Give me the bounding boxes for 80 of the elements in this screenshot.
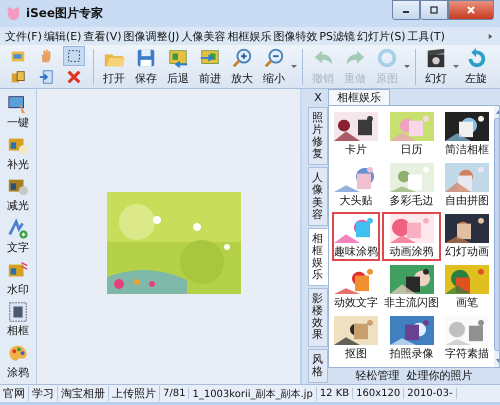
template-item[interactable]: 抠图	[332, 314, 380, 363]
close-button[interactable]: X	[314, 91, 322, 105]
sidebar-button[interactable]: 一键	[0, 93, 36, 130]
template-item[interactable]: 拍照录像	[382, 314, 441, 363]
caret-icon	[404, 65, 410, 68]
copy-icon	[10, 69, 26, 85]
status-text: 12 KB	[316, 388, 354, 399]
pen-plus-icon	[7, 218, 29, 240]
template-item[interactable]: 简洁相框	[443, 110, 491, 159]
status-text: 160x120	[353, 388, 404, 399]
status-text: 7/81	[160, 388, 190, 399]
template-item[interactable]: 自由拼图	[443, 161, 491, 210]
vertical-tab[interactable]: 影楼效果	[308, 288, 328, 346]
template-item[interactable]: 大头贴	[332, 161, 380, 210]
template-item[interactable]: 趣味涂鸦	[332, 212, 380, 261]
template-item[interactable]: 日历	[382, 110, 441, 159]
status-link[interactable]: 官网	[0, 386, 29, 401]
sidebar-button[interactable]: 水印	[0, 260, 36, 297]
status-link[interactable]: 淘宝相册	[58, 386, 109, 401]
vertical-tab[interactable]: 人像美容	[308, 167, 328, 226]
menu-item[interactable]: 人像美容	[180, 28, 226, 44]
close-button[interactable]	[448, 0, 494, 20]
toolbar-button[interactable]: 放大	[226, 47, 258, 86]
menu-item[interactable]: PS滤镜	[318, 28, 356, 44]
template-item[interactable]: 多彩毛边	[382, 161, 441, 210]
film-clapper-icon	[425, 47, 447, 69]
sidebar-button[interactable]: 补光	[0, 134, 36, 172]
status-text: 2010-03-	[404, 388, 457, 399]
menu-item[interactable]: 查看(V)	[82, 28, 123, 44]
vertical-tab[interactable]: 风格	[308, 348, 328, 383]
sidebar-button[interactable]: 文字	[0, 218, 36, 255]
template-item[interactable]: 动画涂鸦	[382, 212, 441, 261]
status-link[interactable]: 上传照片	[109, 386, 160, 401]
toolbar-button[interactable]: 后退	[162, 47, 194, 86]
window-title: iSee图片专家	[26, 5, 104, 22]
caret-icon	[291, 65, 297, 68]
minimize-button[interactable]	[392, 0, 420, 20]
menu-item[interactable]: 幻灯片(S)	[356, 28, 407, 44]
template-item[interactable]: 幻灯动画	[443, 212, 491, 261]
menu-item[interactable]: 编辑(E)	[42, 28, 82, 44]
template-item[interactable]: 画笔	[443, 263, 491, 312]
panel-footer-text: 轻松管理 处理你的照片	[354, 368, 474, 384]
toolbar-button[interactable]: 打开	[98, 47, 130, 86]
template-item[interactable]: 字符素描	[443, 314, 491, 363]
tool-button[interactable]	[63, 46, 85, 66]
ring-icon	[376, 47, 398, 69]
template-item[interactable]: 卡片	[332, 110, 380, 159]
menu-item[interactable]: 文件(F)	[4, 28, 43, 44]
toolbar-button[interactable]: 幻灯	[420, 47, 452, 86]
delete-icon	[66, 69, 82, 85]
chevron-right-icon	[487, 32, 494, 40]
sidebar-button[interactable]: 减光	[0, 176, 36, 214]
zoom-out-icon	[263, 47, 285, 69]
app-icon	[6, 6, 21, 21]
toolbar-button[interactable]: 缩小	[258, 47, 290, 86]
caret-icon	[453, 65, 459, 68]
vertical-tab[interactable]: 相框娱乐	[308, 228, 328, 286]
vertical-tab[interactable]: 照片修复	[308, 107, 328, 166]
status-text: 1_1003korii_副本_副本.jp	[189, 386, 317, 400]
status-link[interactable]: 学习	[29, 386, 58, 401]
toolbar-button[interactable]: 前进	[194, 47, 226, 86]
maximize-button[interactable]	[420, 0, 448, 20]
import-icon	[38, 69, 54, 85]
toolbar-button[interactable]: 保存	[130, 47, 162, 86]
frame-icon	[7, 301, 29, 324]
menu-item[interactable]: 图像特效	[272, 28, 318, 44]
toolbar-button[interactable]: 左旋	[460, 47, 492, 86]
menu-item[interactable]: 工具(T)	[406, 28, 446, 44]
menu-item[interactable]: 相框娱乐	[226, 28, 272, 44]
sidebar-button[interactable]: 相框	[0, 301, 36, 338]
sidebar-button[interactable]: 涂鸦	[0, 342, 36, 380]
panel-tab[interactable]: 相框娱乐	[328, 89, 390, 105]
image-back-icon	[167, 47, 189, 69]
selection-icon	[66, 48, 82, 64]
maximize-icon	[429, 5, 439, 15]
menu-item[interactable]: 图像调整(J)	[122, 28, 180, 44]
zoom-in-icon	[231, 47, 253, 69]
template-item[interactable]: 非主流闪图	[382, 263, 441, 312]
template-item[interactable]: 动效文字	[332, 263, 380, 312]
close-icon	[466, 5, 476, 15]
